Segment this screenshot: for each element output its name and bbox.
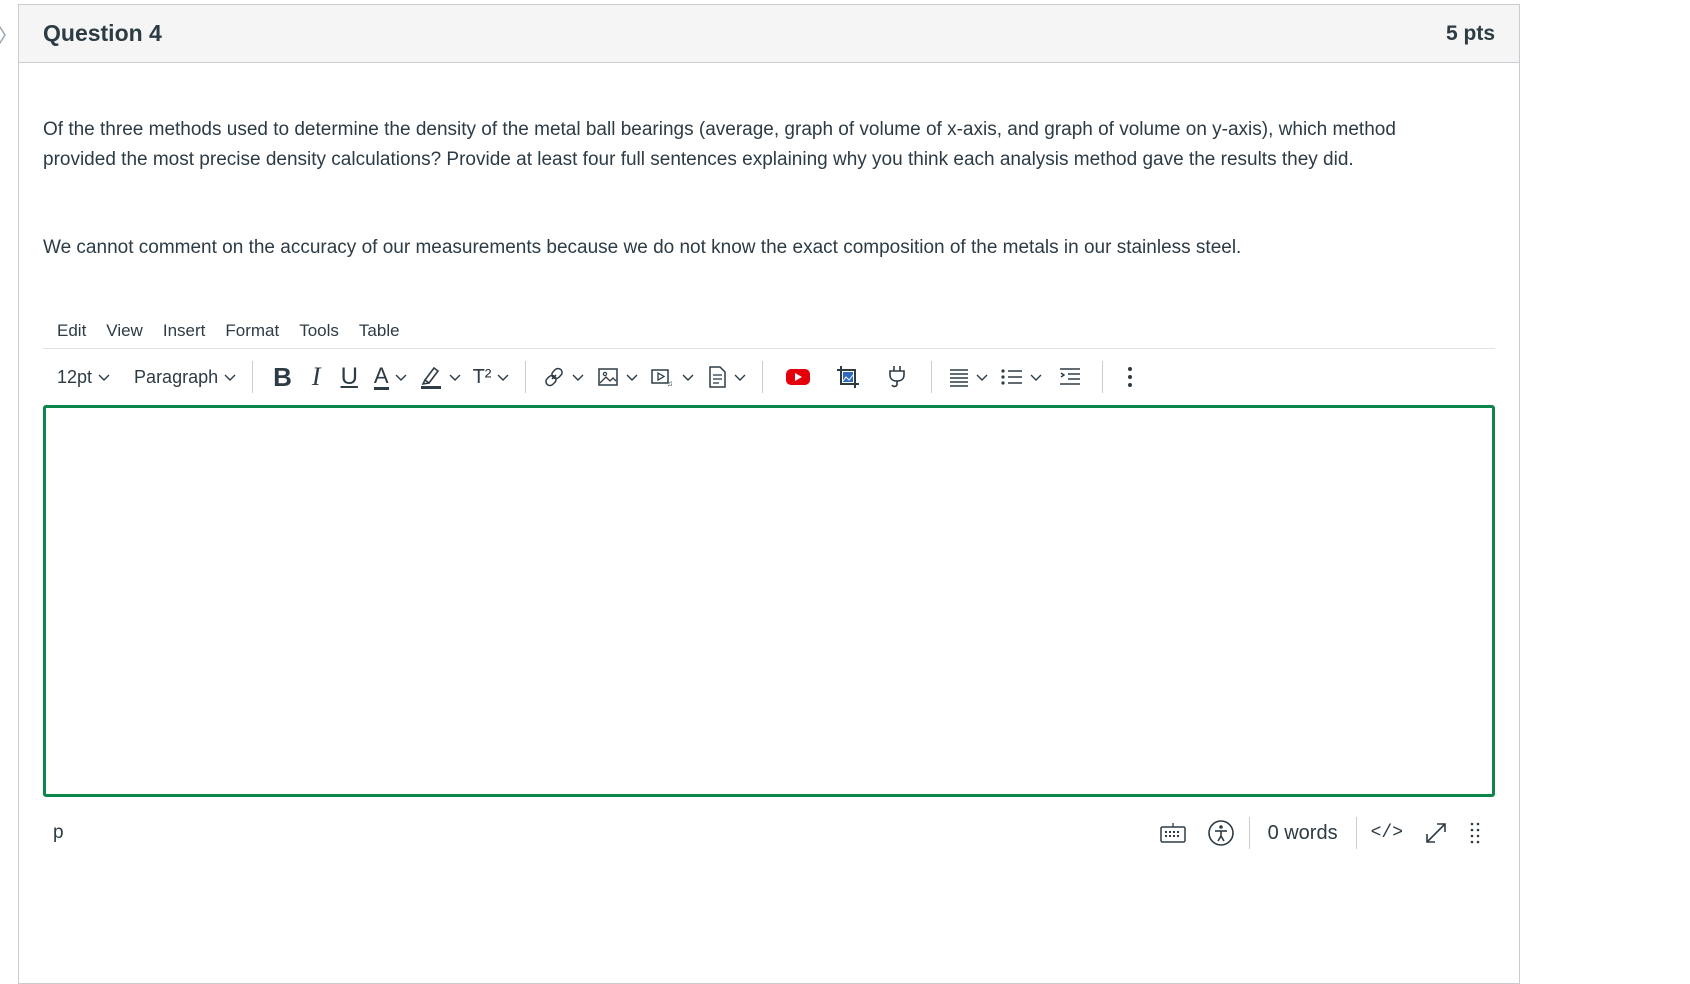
- bullet-list-icon: [1001, 369, 1023, 385]
- status-divider: [1248, 817, 1250, 849]
- accessibility-icon: [1207, 820, 1234, 846]
- chevron-down-icon: [224, 374, 236, 381]
- chevron-down-icon: [626, 374, 638, 381]
- question-note: We cannot comment on the accuracy of our…: [43, 237, 1242, 258]
- chevron-down-icon: [98, 374, 110, 381]
- menu-table[interactable]: Table: [349, 321, 410, 341]
- accessibility-checker-button[interactable]: [1197, 819, 1245, 847]
- youtube-icon: [786, 369, 811, 385]
- code-icon: </>: [1370, 823, 1403, 843]
- media-button[interactable]: ♫: [644, 357, 700, 397]
- question-card: Question 4 5 pts Of the three methods us…: [18, 4, 1520, 984]
- editor-toolbar: 12pt Paragraph B I U A T² ♫: [43, 349, 1495, 405]
- chevron-down-icon: [734, 374, 746, 381]
- link-icon: [545, 367, 564, 387]
- align-justify-icon: [950, 369, 969, 387]
- block-format-value: Paragraph: [134, 366, 219, 387]
- rich-content-editor: Edit View Insert Format Tools Table 12pt…: [43, 313, 1495, 869]
- media-icon: ♫: [651, 369, 673, 388]
- menu-format[interactable]: Format: [215, 321, 289, 341]
- superscript-icon: T²: [472, 365, 492, 388]
- chevron-down-icon: [572, 374, 584, 381]
- document-icon: [709, 366, 727, 388]
- align-button[interactable]: [942, 357, 994, 397]
- text-color-icon: A: [373, 362, 389, 390]
- toolbar-divider: [762, 361, 764, 393]
- chevron-down-icon: [395, 374, 407, 381]
- crop-image-button[interactable]: [823, 357, 873, 397]
- bold-button[interactable]: B: [263, 357, 302, 397]
- toolbar-divider: [252, 361, 254, 393]
- superscript-button[interactable]: T²: [467, 357, 516, 397]
- italic-icon: I: [311, 362, 321, 391]
- text-color-button[interactable]: A: [368, 357, 413, 397]
- editor-content-area[interactable]: [43, 405, 1495, 797]
- chevron-down-icon: [1030, 374, 1042, 381]
- youtube-button[interactable]: [773, 357, 823, 397]
- svg-text:♫: ♫: [667, 379, 673, 388]
- status-divider: [1355, 817, 1357, 849]
- chevron-down-icon: [976, 374, 988, 381]
- word-count[interactable]: 0 words: [1254, 822, 1352, 845]
- question-points: 5 pts: [1445, 21, 1495, 45]
- italic-button[interactable]: I: [302, 357, 331, 397]
- expand-chevron-icon[interactable]: [0, 22, 8, 48]
- menu-insert[interactable]: Insert: [153, 321, 216, 341]
- fullscreen-button[interactable]: [1413, 820, 1459, 846]
- underline-icon: U: [340, 363, 358, 390]
- font-size-value: 12pt: [57, 366, 93, 387]
- html-editor-toggle[interactable]: </>: [1361, 823, 1413, 843]
- list-button[interactable]: [994, 357, 1048, 397]
- chevron-down-icon: [682, 374, 694, 381]
- more-options-button[interactable]: [1113, 357, 1147, 397]
- indent-button[interactable]: [1048, 357, 1092, 397]
- question-body: Of the three methods used to determine t…: [19, 115, 1519, 869]
- resize-handle[interactable]: [1459, 821, 1491, 845]
- block-format-select[interactable]: Paragraph: [128, 357, 242, 397]
- menu-view[interactable]: View: [96, 321, 153, 341]
- drag-handle-icon: [1470, 822, 1480, 844]
- toolbar-divider: [525, 361, 527, 393]
- toolbar-divider: [931, 361, 933, 393]
- menu-edit[interactable]: Edit: [47, 321, 96, 341]
- question-header: Question 4 5 pts: [19, 5, 1519, 63]
- status-actions: 0 words </>: [1149, 817, 1491, 849]
- highlighter-icon: [420, 366, 441, 389]
- font-size-select[interactable]: 12pt: [51, 357, 116, 397]
- chevron-down-icon: [449, 374, 461, 381]
- editor-menubar: Edit View Insert Format Tools Table: [43, 313, 1495, 349]
- crop-image-icon: [837, 366, 860, 388]
- link-button[interactable]: [536, 357, 590, 397]
- toolbar-divider: [1102, 361, 1104, 393]
- chevron-down-icon: [497, 374, 509, 381]
- image-button[interactable]: [590, 357, 644, 397]
- keyboard-shortcuts-button[interactable]: [1149, 822, 1197, 844]
- question-prompt: Of the three methods used to determine t…: [43, 119, 1396, 170]
- apps-plug-button[interactable]: [873, 357, 921, 397]
- editor-statusbar: p 0 words </>: [43, 797, 1495, 869]
- plug-icon: [889, 366, 906, 388]
- image-icon: [598, 368, 619, 386]
- question-title: Question 4: [43, 20, 162, 46]
- expand-icon: [1426, 823, 1446, 843]
- element-path[interactable]: p: [53, 822, 64, 844]
- indent-icon: [1060, 368, 1081, 385]
- underline-button[interactable]: U: [331, 357, 368, 397]
- document-button[interactable]: [700, 357, 752, 397]
- menu-tools[interactable]: Tools: [289, 321, 349, 341]
- bold-icon: B: [273, 361, 292, 392]
- highlight-color-button[interactable]: [413, 357, 467, 397]
- vertical-ellipsis-icon: [1128, 367, 1133, 387]
- keyboard-icon: [1159, 823, 1186, 843]
